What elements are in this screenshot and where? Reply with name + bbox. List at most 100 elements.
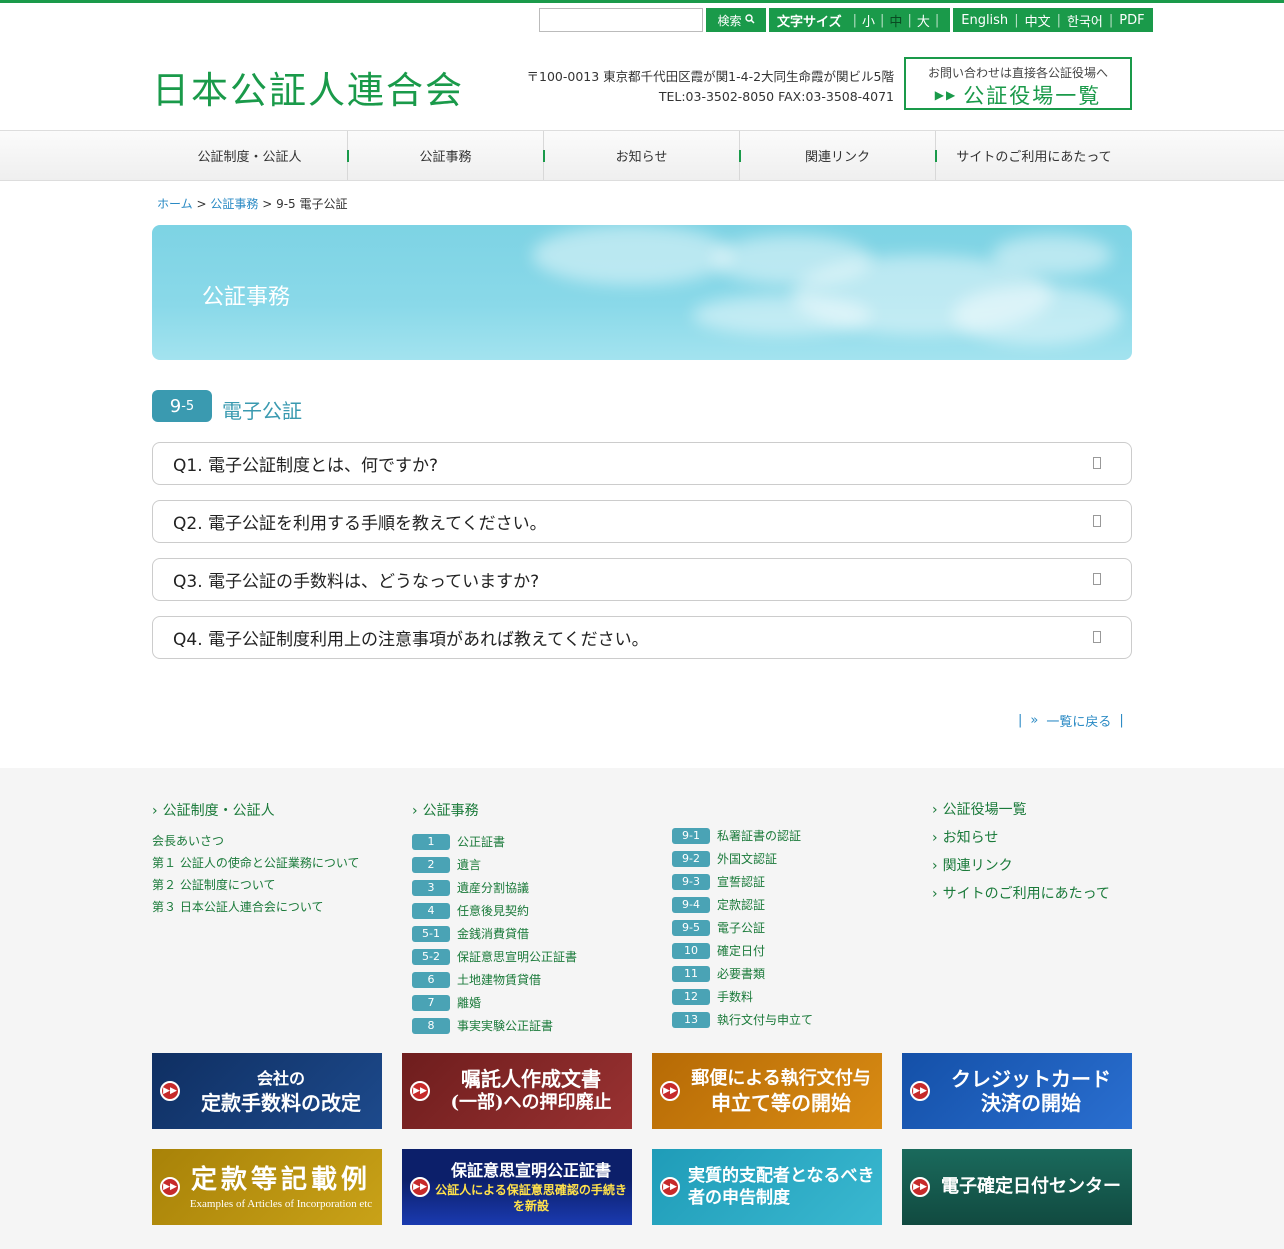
font-size-small[interactable]: 小: [862, 11, 875, 30]
footer-affair-item[interactable]: 9-1 私署証書の認証: [672, 824, 813, 847]
search-input[interactable]: [539, 8, 703, 32]
font-size-switcher: 文字サイズ | 小 | 中 | 大 |: [769, 8, 951, 32]
footer-link-offices[interactable]: 公証役場一覧: [932, 800, 1110, 820]
footer-affair-item[interactable]: 8 事実実験公正証書: [412, 1014, 577, 1037]
play-icon: ▶▶: [660, 1081, 680, 1101]
footer-heading[interactable]: 公証制度・公証人: [152, 800, 359, 820]
expand-icon: [1093, 515, 1101, 527]
footer-heading[interactable]: 公証事務: [412, 800, 577, 820]
footer-affair-item[interactable]: 10 確定日付: [672, 939, 813, 962]
hero-banner: 公証事務: [152, 225, 1132, 360]
office-list-caption: お問い合わせは直接各公証役場へ: [927, 66, 1108, 80]
nav-label: サイトのご利用にあたって: [956, 150, 1112, 165]
footer-affair-item[interactable]: 9-5 電子公証: [672, 916, 813, 939]
footer-affair-item[interactable]: 4 任意後見契約: [412, 899, 577, 922]
footer-col-system: 公証制度・公証人 会長あいさつ 第１ 公証人の使命と公証業務について 第２ 公証…: [152, 800, 359, 918]
faq-item[interactable]: Q2. 電子公証を利用する手順を教えてください。: [152, 500, 1132, 543]
double-arrow-icon: ▶▶: [934, 88, 958, 102]
footer-affair-item[interactable]: 9-2 外国文認証: [672, 847, 813, 870]
play-icon: ▶▶: [160, 1081, 180, 1101]
footer-affair-item[interactable]: 3 遺産分割協議: [412, 876, 577, 899]
footer-affair-item[interactable]: 9-3 宣誓認証: [672, 870, 813, 893]
footer-link[interactable]: 第３ 日本公証人連合会について: [152, 896, 359, 918]
faq-question: Q3. 電子公証の手数料は、どうなっていますか?: [173, 572, 540, 592]
nav-affairs[interactable]: 公証事務: [348, 131, 545, 180]
faq-question: Q2. 電子公証を利用する手順を教えてください。: [173, 514, 547, 534]
breadcrumb-parent[interactable]: 公証事務: [210, 197, 258, 211]
footer-affair-item[interactable]: 5-1 金銭消費貸借: [412, 922, 577, 945]
play-icon: ▶▶: [910, 1177, 930, 1197]
play-icon: ▶▶: [160, 1177, 180, 1197]
font-size-medium[interactable]: 中: [889, 11, 902, 30]
footer-link[interactable]: 会長あいさつ: [152, 830, 359, 852]
back-to-list-link[interactable]: | » 一覧に戻る |: [1018, 711, 1124, 730]
footer-col-misc: 公証役場一覧 お知らせ 関連リンク サイトのご利用にあたって: [932, 800, 1110, 912]
play-icon: ▶▶: [410, 1081, 430, 1101]
lang-korean-link[interactable]: 한국어: [1067, 11, 1103, 30]
banner-seal-abolition[interactable]: ▶▶ 嘱託人作成文書 (一部)への押印廃止: [402, 1053, 632, 1129]
expand-icon: [1093, 457, 1101, 469]
nav-label: 公証事務: [419, 150, 472, 165]
footer-affair-item[interactable]: 6 土地建物賃貸借: [412, 968, 577, 991]
header-address: 〒100-0013 東京都千代田区霞が関1-4-2大同生命霞が関ビル5階 TEL…: [480, 67, 895, 107]
footer-link-related[interactable]: 関連リンク: [932, 856, 1110, 876]
footer-affair-item[interactable]: 5-2 保証意思宣明公正証書: [412, 945, 577, 968]
faq-question: Q4. 電子公証制度利用上の注意事項があれば教えてください。: [173, 630, 649, 650]
footer-affair-item[interactable]: 13 執行文付与申立て: [672, 1008, 813, 1031]
footer-affair-item[interactable]: 2 遺言: [412, 853, 577, 876]
banner-guarantee-deed[interactable]: ▶▶ 保証意思宣明公正証書 公証人による保証意思確認の手続きを新設: [402, 1149, 632, 1225]
lang-pdf-link[interactable]: PDF: [1119, 13, 1144, 28]
font-size-label: 文字サイズ: [777, 14, 842, 30]
nav-label: お知らせ: [615, 150, 668, 165]
double-chevron-icon: »: [1030, 713, 1039, 728]
nav-site-usage[interactable]: サイトのご利用にあたって: [936, 131, 1132, 180]
play-icon: ▶▶: [660, 1177, 680, 1197]
global-nav: 公証制度・公証人 公証事務 お知らせ 関連リンク サイトのご利用にあたって: [0, 130, 1284, 181]
office-list-button[interactable]: お問い合わせは直接各公証役場へ ▶▶ 公証役場一覧: [904, 57, 1132, 110]
faq-item[interactable]: Q3. 電子公証の手数料は、どうなっていますか?: [152, 558, 1132, 601]
footer-affair-item[interactable]: 12 手数料: [672, 985, 813, 1008]
section-number-badge: 9 -5: [152, 390, 212, 422]
banner-electronic-date-center[interactable]: ▶▶ 電子確定日付センター: [902, 1149, 1132, 1225]
footer-link-news[interactable]: お知らせ: [932, 828, 1110, 848]
footer-affair-item[interactable]: 7 離婚: [412, 991, 577, 1014]
footer-link[interactable]: 第１ 公証人の使命と公証業務について: [152, 852, 359, 874]
footer-link-site-usage[interactable]: サイトのご利用にあたって: [932, 884, 1110, 904]
site-logo[interactable]: 日本公証人連合会: [152, 60, 464, 114]
play-icon: ▶▶: [910, 1081, 930, 1101]
banner-postal-application[interactable]: ▶▶ 郵便による執行文付与 申立て等の開始: [652, 1053, 882, 1129]
footer-affair-item[interactable]: 1 公正証書: [412, 830, 577, 853]
page-title: 公証事務: [202, 285, 291, 310]
lang-chinese-link[interactable]: 中文: [1025, 11, 1051, 30]
banner-beneficial-owner[interactable]: ▶▶ 実質的支配者となるべき 者の申告制度: [652, 1149, 882, 1225]
faq-item[interactable]: Q1. 電子公証制度とは、何ですか?: [152, 442, 1132, 485]
section-title: 電子公証: [222, 399, 302, 423]
expand-icon: [1093, 573, 1101, 585]
font-size-large[interactable]: 大: [917, 11, 930, 30]
banner-credit-card[interactable]: ▶▶ クレジットカード 決済の開始: [902, 1053, 1132, 1129]
top-accent-bar: [0, 0, 1284, 3]
breadcrumb-current: 9-5 電子公証: [276, 197, 348, 211]
footer-affair-item[interactable]: 9-4 定款認証: [672, 893, 813, 916]
footer-affair-item[interactable]: 11 必要書類: [672, 962, 813, 985]
breadcrumb: ホーム > 公証事務 > 9-5 電子公証: [157, 197, 348, 211]
language-switcher: English | 中文 | 한국어 | PDF: [953, 8, 1153, 32]
footer-col-affairs: 公証事務 1公正証書 2遺言 3遺産分割協議 4任意後見契約 5-1金銭消費貸借…: [412, 800, 577, 1037]
play-icon: ▶▶: [410, 1177, 430, 1197]
lang-english-link[interactable]: English: [961, 13, 1008, 28]
footer: 公証制度・公証人 会長あいさつ 第１ 公証人の使命と公証業務について 第２ 公証…: [0, 768, 1284, 1249]
banner-fee-revision[interactable]: ▶▶ 会社の 定款手数料の改定: [152, 1053, 382, 1129]
nav-system[interactable]: 公証制度・公証人: [152, 131, 349, 180]
back-to-list-label: 一覧に戻る: [1046, 715, 1112, 730]
faq-item[interactable]: Q4. 電子公証制度利用上の注意事項があれば教えてください。: [152, 616, 1132, 659]
footer-link[interactable]: 第２ 公証制度について: [152, 874, 359, 896]
nav-news[interactable]: お知らせ: [544, 131, 741, 180]
expand-icon: [1093, 631, 1101, 643]
nav-links[interactable]: 関連リンク: [740, 131, 937, 180]
search-button[interactable]: 検索: [706, 8, 766, 32]
search-icon: [744, 13, 755, 27]
breadcrumb-home[interactable]: ホーム: [157, 197, 193, 211]
banner-articles-examples[interactable]: ▶▶ 定款等記載例 Examples of Articles of Incorpo…: [152, 1149, 382, 1225]
nav-label: 公証制度・公証人: [197, 150, 302, 165]
address-line: 〒100-0013 東京都千代田区霞が関1-4-2大同生命霞が関ビル5階: [526, 69, 895, 84]
